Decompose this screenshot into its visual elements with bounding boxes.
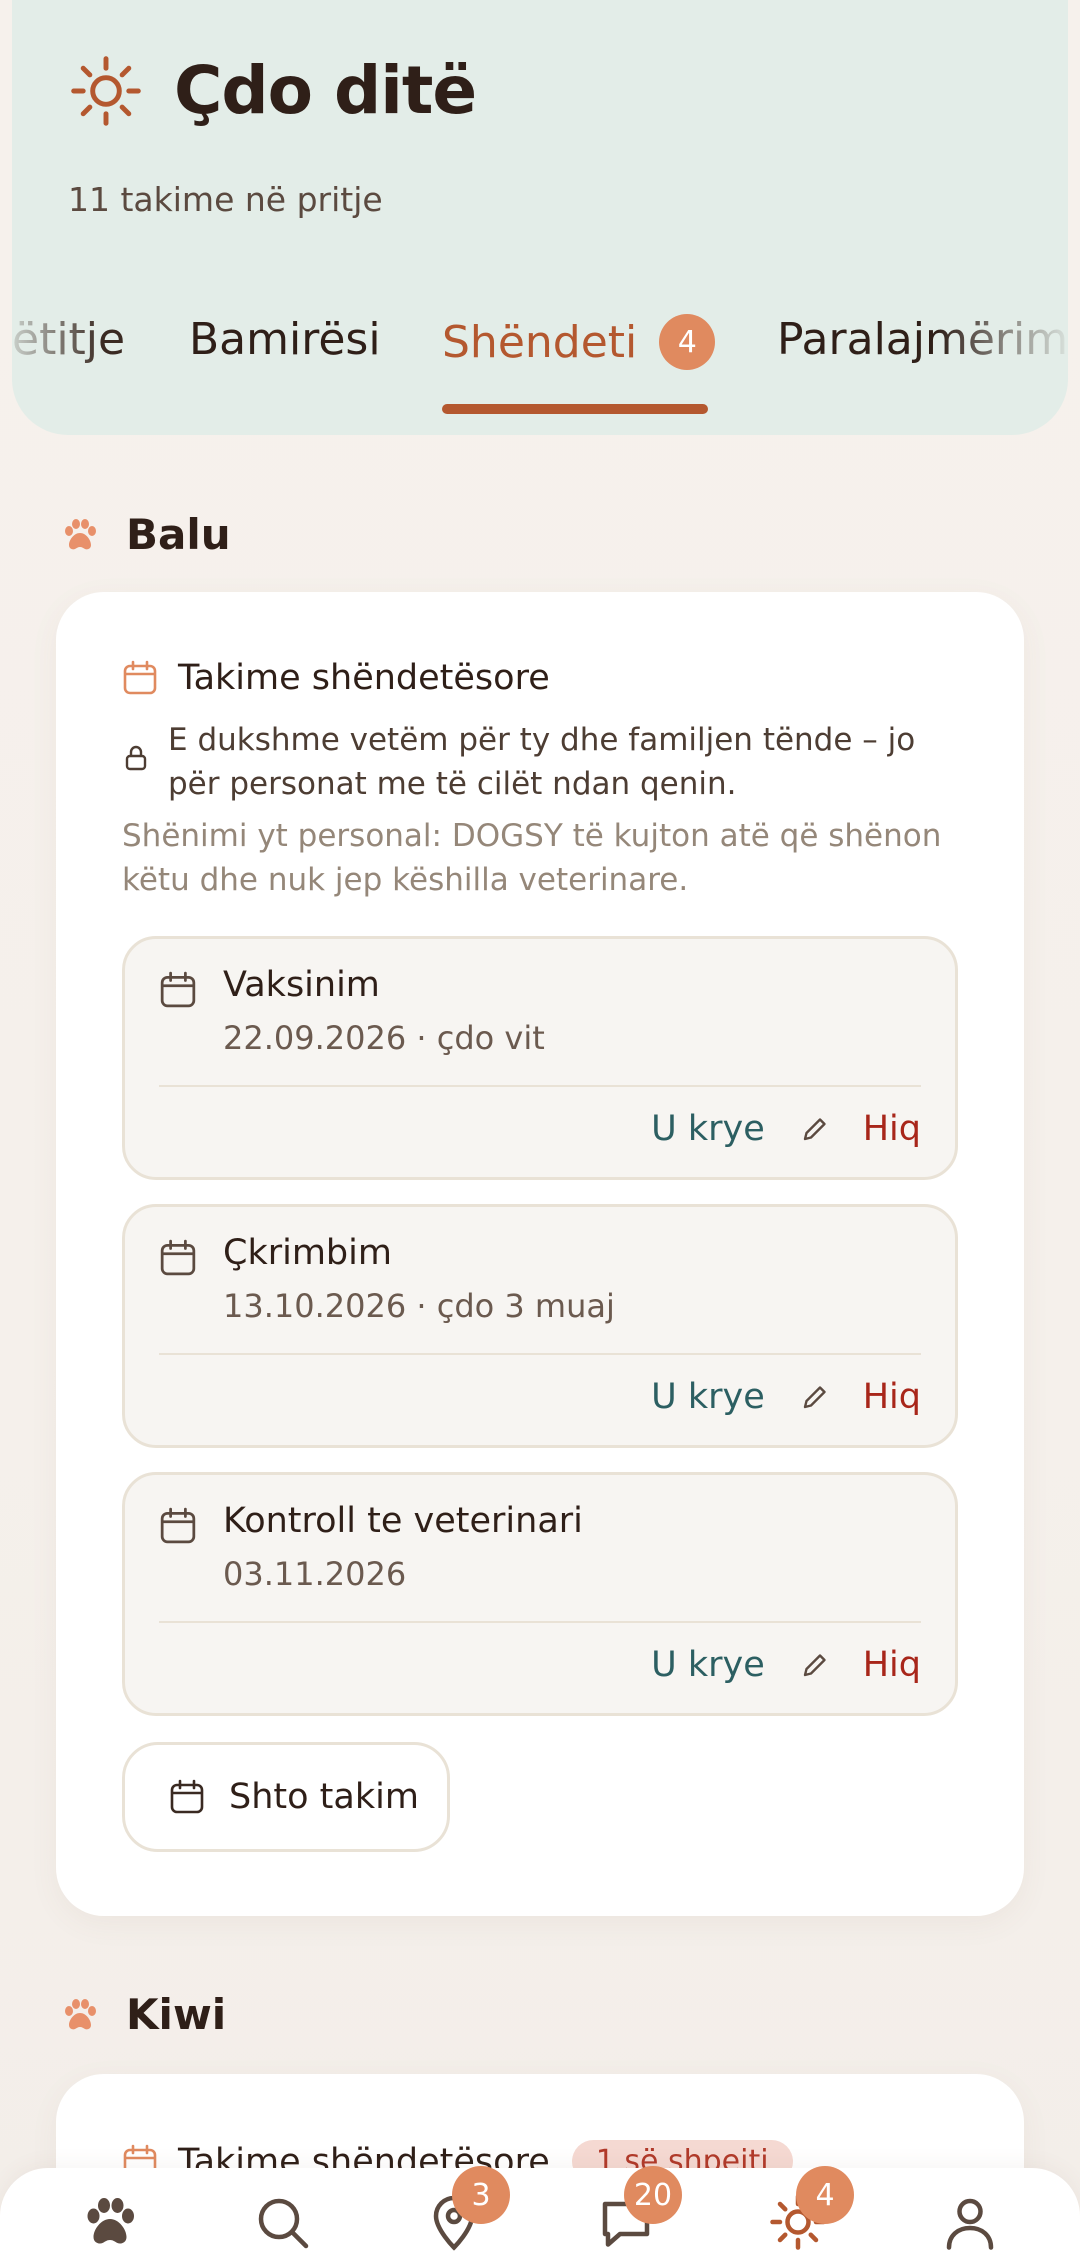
paw-icon (65, 1998, 96, 2029)
appointment-title: Çkrimbim (223, 1233, 392, 1273)
dog-name: Kiwi (126, 1990, 227, 2039)
tab-label: ëtitje (12, 314, 126, 365)
privacy-notice: E dukshme vetëm për ty dhe familjen tënd… (122, 718, 972, 806)
calendar-icon (160, 1507, 196, 1544)
active-tab-indicator (442, 404, 708, 414)
calendar-icon (160, 971, 196, 1008)
appointment-title: Kontroll te veterinari (223, 1501, 583, 1541)
remove-button[interactable]: Hiq (863, 1377, 921, 1417)
nav-map[interactable]: 3 (424, 2166, 510, 2252)
mark-done-button[interactable]: U krye (651, 1109, 765, 1149)
pending-count: 11 takime në pritje (68, 180, 383, 219)
divider (159, 1085, 921, 1087)
paw-icon (65, 518, 96, 549)
tab-alerts[interactable]: Paralajmërim (777, 314, 1068, 365)
messages-badge: 20 (624, 2166, 682, 2224)
sun-icon (71, 55, 141, 126)
tab-bar: ëtitje Bamirësi Shëndeti 4 Paralajmërim (12, 300, 1068, 420)
privacy-text: E dukshme vetëm për ty dhe familjen tënd… (168, 722, 916, 802)
remove-button[interactable]: Hiq (863, 1645, 921, 1685)
health-card: Takime shëndetësore E dukshme vetëm për … (56, 592, 1024, 1916)
page-title: Çdo ditë (174, 52, 477, 129)
disclaimer-note: Shënimi yt personal: DOGSY të kujton atë… (122, 818, 942, 898)
appointment-date: 03.11.2026 (223, 1555, 407, 1593)
header: Çdo ditë 11 takime në pritje ëtitje Bami… (12, 0, 1068, 435)
nav-messages[interactable]: 20 (596, 2166, 682, 2252)
lock-icon (125, 745, 147, 771)
appointment-actions: U krye Hiq (651, 1109, 921, 1149)
dog-section-header: Kiwi (60, 1990, 226, 2039)
appointment-actions: U krye Hiq (651, 1377, 921, 1417)
daily-badge: 4 (796, 2166, 854, 2224)
remove-button[interactable]: Hiq (863, 1109, 921, 1149)
add-appointment-label: Shto takim (229, 1777, 419, 1817)
pencil-icon[interactable] (799, 1381, 831, 1413)
appointment-title: Vaksinim (223, 965, 380, 1005)
tab-label: Paralajmërim (777, 314, 1068, 365)
appointment-date: 13.10.2026 · çdo 3 muaj (223, 1287, 615, 1325)
map-badge: 3 (452, 2166, 510, 2224)
appointment-date: 22.09.2026 · çdo vit (223, 1019, 545, 1057)
tab-charity[interactable]: Bamirësi (189, 314, 381, 365)
pencil-icon[interactable] (799, 1113, 831, 1145)
nav-dogs[interactable] (80, 2192, 140, 2252)
page: Çdo ditë 11 takime në pritje ëtitje Bami… (0, 0, 1080, 2268)
divider (159, 1353, 921, 1355)
pencil-icon[interactable] (799, 1649, 831, 1681)
card-heading: Takime shëndetësore (122, 658, 550, 698)
mark-done-button[interactable]: U krye (651, 1645, 765, 1685)
calendar-icon (160, 1239, 196, 1276)
bottom-navigation: 3 20 4 (0, 2166, 1080, 2268)
search-icon (258, 2198, 309, 2249)
tab-routine[interactable]: ëtitje (12, 314, 125, 365)
tab-health[interactable]: Shëndeti 4 (442, 314, 716, 370)
appointment-actions: U krye Hiq (651, 1645, 921, 1685)
calendar-icon (123, 660, 157, 695)
card-heading-label: Takime shëndetësore (178, 658, 550, 698)
tab-label: Shëndeti (442, 316, 638, 368)
divider (159, 1621, 921, 1623)
calendar-icon (170, 1779, 204, 1814)
appointment-item: Kontroll te veterinari 03.11.2026 U krye… (122, 1472, 958, 1716)
tab-label: Bamirësi (189, 314, 381, 365)
mark-done-button[interactable]: U krye (651, 1377, 765, 1417)
dog-section-header: Balu (60, 510, 231, 559)
add-appointment-button[interactable]: Shto takim (122, 1742, 450, 1852)
nav-profile[interactable] (940, 2192, 1000, 2252)
tab-count-badge: 4 (659, 314, 716, 370)
appointment-item: Çkrimbim 13.10.2026 · çdo 3 muaj U krye … (122, 1204, 958, 1448)
paw-icon (87, 2198, 134, 2244)
nav-search[interactable] (252, 2192, 312, 2252)
header-title-row: Çdo ditë (68, 52, 477, 129)
appointment-item: Vaksinim 22.09.2026 · çdo vit U krye Hiq (122, 936, 958, 1180)
dog-name: Balu (126, 510, 231, 559)
user-icon (946, 2198, 994, 2250)
nav-daily[interactable]: 4 (768, 2166, 854, 2252)
